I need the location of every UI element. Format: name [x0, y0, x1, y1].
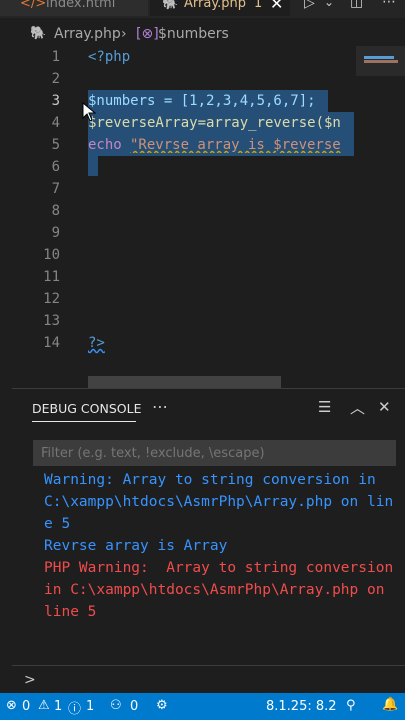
clear-console-icon[interactable]: ☰	[318, 398, 331, 416]
tab-index-html[interactable]: </> index.html	[0, 0, 148, 16]
mouse-pointer-icon	[82, 102, 96, 122]
ports-count[interactable]: 0	[130, 699, 138, 714]
more-actions-icon[interactable]: ⋯	[382, 0, 396, 10]
filter-input[interactable]	[33, 440, 396, 466]
console-line: in C:\xampp\htdocs\AsmrPhp\Array.php on	[44, 582, 385, 598]
error-icon[interactable]: ⊗	[6, 698, 17, 713]
line-number: 2	[51, 71, 60, 87]
divider	[12, 665, 405, 666]
php-version[interactable]: 8.1.25: 8.2	[266, 699, 337, 714]
tab-label: Array.php	[184, 0, 247, 11]
breadcrumb: 🐘 Array.php › [⊗] $numbers	[0, 22, 405, 46]
code-line-5-string: "Revrse array is $reverse	[130, 137, 341, 153]
console-line: line 5	[44, 604, 97, 620]
line-number: 8	[51, 203, 60, 219]
account-icon[interactable]: ⚲	[346, 698, 356, 713]
editor[interactable]: 1 2 3 4 5 6 7 8 9 10 11 12 13 14 <?php $…	[0, 46, 405, 388]
debug-icon[interactable]: ⚙	[156, 698, 168, 713]
panel-title[interactable]: DEBUG CONSOLE	[32, 401, 141, 416]
console-line: C:\xampp\htdocs\AsmrPhp\Array.php on lin	[44, 494, 394, 510]
line-number: 4	[51, 115, 60, 131]
console-prompt[interactable]: >	[24, 672, 36, 688]
line-number: 7	[51, 181, 60, 197]
chevron-down-icon[interactable]: ⌄	[324, 0, 334, 9]
info-count[interactable]: 1	[86, 699, 94, 714]
console-line: Revrse array is Array	[44, 538, 228, 554]
broadcast-icon[interactable]: ⚇	[110, 698, 122, 713]
html-file-icon: </>	[20, 0, 47, 11]
chevron-up-icon[interactable]: ︿	[350, 397, 365, 418]
split-editor-icon[interactable]: ◫	[350, 0, 363, 10]
code-line-1: <?php	[88, 49, 131, 65]
active-tab-underline	[32, 421, 136, 422]
line-number: 11	[43, 269, 60, 285]
close-icon[interactable]: ✕	[378, 398, 391, 416]
tab-label: index.html	[46, 0, 116, 11]
line-number: 13	[43, 313, 60, 329]
selection-highlight	[88, 156, 98, 176]
line-number: 1	[51, 49, 60, 65]
line-number: 10	[43, 247, 60, 263]
breadcrumb-file[interactable]: Array.php	[54, 22, 121, 46]
error-count[interactable]: 0	[22, 699, 30, 714]
status-bar: ⊗ 0 ⚠ 1 ⓘ 1 ⚇ 0 ⚙ 8.1.25: 8.2 ⚲ 🔔	[0, 693, 405, 720]
more-actions-icon[interactable]: ⋯	[152, 397, 168, 416]
close-icon[interactable]: ✕	[270, 0, 283, 16]
code-line-14: ?>	[88, 335, 105, 351]
symbol-variable-icon: [⊗]	[136, 26, 159, 42]
console-line: e 5	[44, 516, 71, 532]
line-number: 12	[43, 291, 60, 307]
run-icon[interactable]: ▷	[304, 0, 315, 11]
warning-icon[interactable]: ⚠	[38, 698, 50, 713]
php-file-icon: 🐘	[30, 26, 47, 41]
tab-array-php[interactable]: 🐘 Array.php 1 ✕	[150, 0, 290, 16]
php-file-icon: 🐘	[162, 0, 179, 11]
line-number: 9	[51, 225, 60, 241]
code-line-4: $reverseArray=array_reverse($n	[88, 115, 341, 131]
info-icon[interactable]: ⓘ	[68, 698, 81, 717]
notifications-icon[interactable]: 🔔	[382, 697, 398, 712]
console-line: PHP Warning: Array to string conversion	[44, 560, 394, 576]
line-number: 3	[51, 93, 60, 109]
horizontal-scrollbar[interactable]	[88, 376, 281, 388]
tab-bar: </> index.html 🐘 Array.php 1 ✕ ▷ ⌄ ◫ ⋯	[0, 0, 405, 18]
chevron-right-icon: ›	[121, 26, 127, 42]
tab-dirty-count: 1	[254, 0, 263, 11]
code-line-5-keyword: echo	[88, 137, 131, 153]
code-line-3: $numbers = [1,2,3,4,5,6,7];	[88, 93, 316, 109]
line-number: 6	[51, 159, 60, 175]
minimap[interactable]	[356, 46, 405, 76]
line-number: 5	[51, 137, 60, 153]
warning-count[interactable]: 1	[54, 699, 62, 714]
line-number: 14	[43, 335, 60, 351]
debug-console-panel: DEBUG CONSOLE ⋯ ☰ ︿ ✕ Warning: Array to …	[12, 388, 405, 693]
console-line: Warning: Array to string conversion in	[44, 472, 376, 488]
breadcrumb-symbol[interactable]: $numbers	[158, 22, 229, 46]
